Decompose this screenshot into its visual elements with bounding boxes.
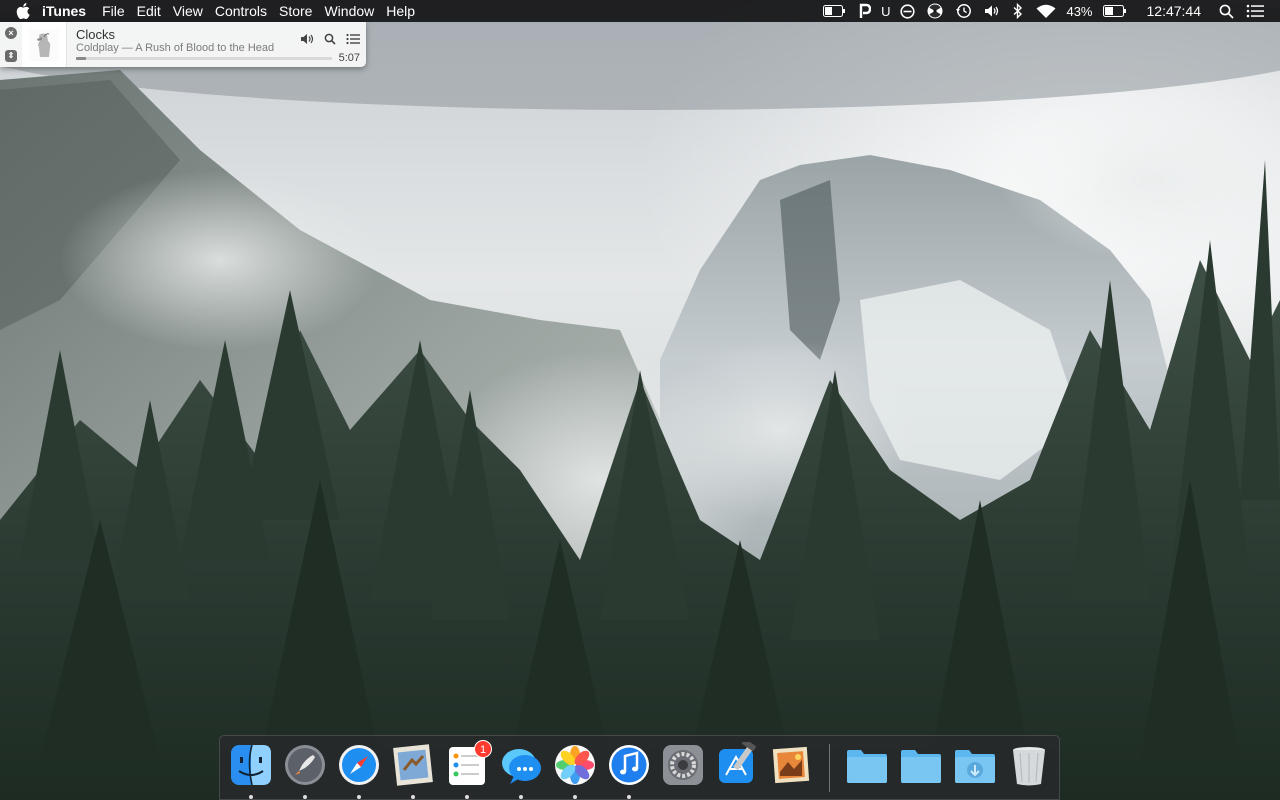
safari-icon (339, 745, 379, 785)
system-preferences-icon (663, 745, 703, 785)
up-next-list-icon[interactable] (346, 32, 360, 50)
search-icon[interactable] (324, 32, 336, 50)
menu-edit[interactable]: Edit (137, 0, 171, 22)
running-indicator (357, 795, 361, 799)
dock-downloads-folder[interactable] (952, 742, 998, 790)
mail-icon (393, 744, 433, 786)
volume-icon[interactable] (300, 32, 314, 50)
circle-slash-icon[interactable] (900, 0, 916, 22)
running-indicator (573, 795, 577, 799)
dock: 1 (219, 735, 1060, 800)
running-indicator (411, 795, 415, 799)
running-indicator (303, 795, 307, 799)
radiation-icon[interactable] (927, 0, 943, 22)
battery-percent[interactable]: 43% (1066, 0, 1092, 22)
folder-icon (901, 750, 941, 783)
dock-photos[interactable] (552, 742, 598, 799)
dock-applications-folder[interactable] (844, 742, 890, 790)
launchpad-icon (285, 745, 325, 785)
dock-safari[interactable] (336, 742, 382, 799)
dock-preview[interactable] (768, 742, 814, 790)
dock-xcode[interactable] (714, 742, 760, 790)
u-status-text[interactable]: U (881, 0, 890, 22)
battery-status-icon[interactable] (823, 0, 846, 22)
spotlight-search-icon[interactable] (1219, 0, 1234, 22)
track-title: Clocks (76, 27, 116, 42)
preview-icon (772, 746, 810, 784)
menubar-clock[interactable]: 12:47:44 (1147, 3, 1202, 19)
expand-icon[interactable]: ⇕ (5, 49, 17, 62)
menu-app-name[interactable]: iTunes (42, 0, 96, 22)
dock-trash[interactable] (1006, 742, 1052, 790)
itunes-mini-player: × ⇕ Clocks Coldplay — A Rush of Blood to… (0, 22, 366, 67)
reminders-badge: 1 (474, 740, 492, 758)
volume-icon[interactable] (984, 0, 1000, 22)
dock-mail[interactable] (390, 742, 436, 799)
trash-icon (1013, 747, 1045, 786)
folder-icon (847, 750, 887, 783)
p-app-icon[interactable] (857, 0, 872, 22)
dock-finder[interactable] (228, 742, 274, 799)
track-time: 5:07 (338, 52, 360, 64)
track-subtitle: Coldplay — A Rush of Blood to the Head (76, 42, 275, 54)
battery-icon[interactable] (1102, 0, 1127, 22)
album-art-image (29, 28, 59, 61)
close-icon[interactable]: × (5, 27, 17, 40)
finder-icon (231, 744, 271, 786)
track-progress-bar[interactable] (76, 57, 332, 60)
running-indicator (465, 795, 469, 799)
menu-view[interactable]: View (173, 0, 213, 22)
dock-separator (829, 744, 830, 792)
mini-player-controls: × ⇕ (0, 22, 22, 67)
running-indicator (519, 795, 523, 799)
track-progress-fill (76, 57, 87, 60)
album-art[interactable] (22, 22, 67, 67)
dock-launchpad[interactable] (282, 742, 328, 799)
desktop-wallpaper (0, 0, 1280, 800)
menu-file[interactable]: File (102, 0, 135, 22)
wifi-icon[interactable] (1036, 0, 1056, 22)
xcode-icon (719, 742, 757, 783)
menu-bar: iTunes File Edit View Controls Store Win… (0, 0, 1280, 22)
downloads-folder-icon (955, 750, 995, 783)
dock-documents-folder[interactable] (898, 742, 944, 790)
bluetooth-icon[interactable] (1012, 0, 1024, 22)
dock-system-preferences[interactable] (660, 742, 706, 790)
menu-help[interactable]: Help (386, 0, 425, 22)
running-indicator (627, 795, 631, 799)
dock-messages[interactable] (498, 742, 544, 799)
running-indicator (249, 795, 253, 799)
messages-icon (502, 749, 541, 784)
itunes-icon (609, 745, 649, 785)
dock-reminders[interactable]: 1 (444, 740, 492, 799)
dock-itunes[interactable] (606, 742, 652, 799)
notification-center-icon[interactable] (1246, 0, 1264, 22)
menu-controls[interactable]: Controls (215, 0, 277, 22)
apple-menu-icon[interactable] (16, 3, 30, 19)
time-machine-icon[interactable] (955, 0, 972, 22)
photos-icon (555, 745, 595, 785)
menu-store[interactable]: Store (279, 0, 322, 22)
menu-window[interactable]: Window (324, 0, 384, 22)
